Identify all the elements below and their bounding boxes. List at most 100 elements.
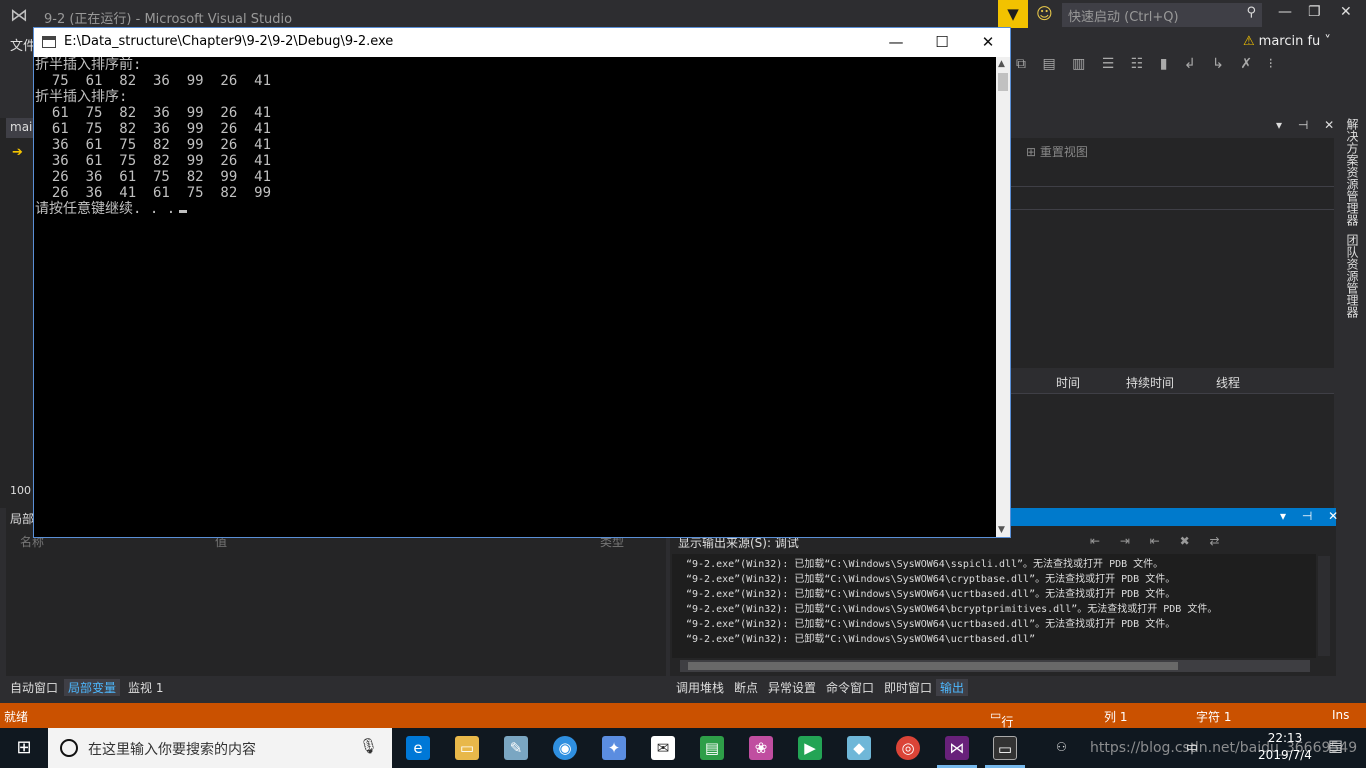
console-line: 61 75 82 36 99 26 41 [35, 105, 272, 121]
status-ready: 就绪 [4, 710, 29, 724]
ime-indicator[interactable]: 中 [1186, 740, 1198, 757]
quick-launch-input[interactable]: 快速启动 (Ctrl+Q) ⚲ [1062, 3, 1262, 27]
debug-toolbar[interactable]: ⧉ ▤ ▥ ☰ ☷ ▮ ↲ ↳ ✗ ⁝ [1010, 56, 1366, 82]
visual-studio-icon[interactable]: ⋈ [945, 736, 969, 760]
solution-explorer-row [1010, 186, 1334, 210]
tab-immediate-window[interactable]: 即时窗口 [880, 679, 936, 696]
console-scroll-thumb[interactable] [998, 73, 1008, 91]
windows-start-icon[interactable]: ⊞ [0, 728, 48, 768]
diagnostics-panel [1010, 340, 1334, 508]
vs-minimize-icon[interactable]: — [1278, 4, 1292, 20]
vs-close-icon[interactable]: ✕ [1340, 4, 1352, 20]
bottom-right-tabs: 调用堆栈 断点 异常设置 命令窗口 即时窗口 输出 [670, 676, 1366, 698]
media-player-icon[interactable]: ▶ [798, 736, 822, 760]
tab-output[interactable]: 输出 [936, 679, 969, 696]
file-explorer-icon[interactable]: ▭ [455, 736, 479, 760]
console-line: 折半插入排序: [35, 89, 128, 105]
console-line: 26 36 41 61 75 82 99 [35, 185, 272, 201]
tab-team-explorer[interactable]: 团队资源管理器 [1344, 234, 1361, 318]
filter-funnel-icon[interactable]: ▼ [998, 0, 1028, 28]
quick-launch-placeholder: 快速启动 (Ctrl+Q) [1068, 10, 1179, 25]
panel-buttons[interactable]: ▾ ⊣ ✕ [1276, 118, 1340, 132]
cortana-icon [60, 739, 78, 757]
output-line: “9-2.exe”(Win32): 已加载“C:\Windows\SysWOW6… [686, 589, 1176, 600]
feedback-smiley-icon[interactable]: ☺ [1036, 4, 1053, 23]
vs-restore-icon[interactable]: ❐ [1308, 4, 1321, 20]
status-char: 字符 1 [1196, 710, 1232, 724]
current-line-arrow-icon: ➔ [12, 145, 23, 160]
status-line: ▭ 行 1 [990, 708, 1013, 744]
diagnostics-header: 时间 持续时间 线程 [1010, 368, 1334, 394]
user-name: marcin fu [1258, 34, 1321, 49]
output-line: “9-2.exe”(Win32): 已加载“C:\Windows\SysWOW6… [686, 574, 1176, 585]
chrome-icon[interactable]: ◎ [896, 736, 920, 760]
tab-autos[interactable]: 自动窗口 [6, 679, 62, 696]
app-icon[interactable]: ✦ [602, 736, 626, 760]
console-line: 26 36 61 75 82 99 41 [35, 169, 272, 185]
close-button[interactable]: ✕ [966, 31, 1010, 53]
bottom-left-tabs: 自动窗口 局部变量 监视 1 [0, 676, 670, 698]
console-window[interactable]: E:\Data_structure\Chapter9\9-2\9-2\Debug… [33, 27, 1011, 538]
col-duration[interactable]: 持续时间 [1126, 374, 1174, 391]
status-ins: Ins [1332, 708, 1350, 722]
console-prompt: 请按任意键继续. . . [35, 201, 176, 217]
output-line: “9-2.exe”(Win32): 已加载“C:\Windows\SysWOW6… [686, 604, 1218, 615]
col-thread[interactable]: 线程 [1216, 374, 1240, 391]
console-taskbar-icon[interactable]: ▭ [993, 736, 1017, 760]
app-icon[interactable]: ◆ [847, 736, 871, 760]
microphone-icon[interactable]: 🎙 [359, 737, 378, 755]
console-app-icon [42, 36, 56, 48]
people-icon[interactable]: ⚇ [1056, 740, 1067, 754]
edge-icon[interactable]: e [406, 736, 430, 760]
app-icon[interactable]: ✎ [504, 736, 528, 760]
console-line: 61 75 82 36 99 26 41 [35, 121, 272, 137]
windows-taskbar: ⊞ 在这里输入你要搜索的内容 🎙 e ▭ ✎ ◉ ✦ ✉ ▤ ❀ ▶ ◆ ◎ ⋈… [0, 728, 1366, 768]
tab-locals[interactable]: 局部变量 [64, 679, 121, 696]
console-output[interactable]: 折半插入排序前: 75 61 82 36 99 26 41 折半插入排序: 61… [34, 57, 996, 537]
editor-tab[interactable]: mai [6, 118, 36, 138]
output-source-value: 调试 [774, 536, 799, 550]
console-line: 36 61 75 82 99 26 41 [35, 153, 272, 169]
account-user[interactable]: ⚠ marcin fu ˅ [1243, 34, 1331, 49]
output-toolbar-icons[interactable]: ⇤ ⇥ ⇤ ✖ ⇄ [1090, 534, 1228, 548]
console-scrollbar[interactable]: ▲ ▼ [996, 57, 1010, 537]
output-vertical-scrollbar[interactable] [1318, 556, 1330, 656]
output-text-area[interactable]: “9-2.exe”(Win32): 已加载“C:\Windows\SysWOW6… [672, 554, 1316, 658]
clock-time: 22:13 [1267, 731, 1303, 745]
tab-call-stack[interactable]: 调用堆栈 [672, 679, 728, 696]
visual-studio-logo-icon: ⋈ [10, 5, 28, 26]
console-line: 75 61 82 36 99 26 41 [35, 73, 272, 89]
warning-icon: ⚠ [1243, 34, 1255, 49]
taskbar-search-box[interactable]: 在这里输入你要搜索的内容 🎙 [48, 728, 392, 768]
mail-icon[interactable]: ✉ [651, 736, 675, 760]
tab-exception-settings[interactable]: 异常设置 [764, 679, 820, 696]
output-line: “9-2.exe”(Win32): 已卸载“C:\Windows\SysWOW6… [686, 634, 1036, 645]
feedback-icon[interactable]: ◉ [553, 736, 577, 760]
tab-breakpoints[interactable]: 断点 [730, 679, 762, 696]
col-time[interactable]: 时间 [1056, 374, 1080, 391]
tab-command-window[interactable]: 命令窗口 [822, 679, 878, 696]
minimize-button[interactable]: — [874, 31, 918, 53]
clock-date: 2019/7/4 [1258, 748, 1312, 762]
left-editor-strip [0, 118, 34, 508]
chart-app-icon[interactable]: ▤ [700, 736, 724, 760]
reset-view-label: 重置视图 [1039, 145, 1088, 159]
tab-watch1[interactable]: 监视 1 [124, 679, 167, 696]
output-line: “9-2.exe”(Win32): 已加载“C:\Windows\SysWOW6… [686, 559, 1164, 570]
scroll-down-icon[interactable]: ▼ [998, 525, 1005, 535]
output-scroll-thumb[interactable] [688, 662, 1178, 670]
notification-icon[interactable]: ▤ [1328, 736, 1343, 755]
reset-view-button[interactable]: ⊞ 重置视图 [1026, 143, 1088, 160]
search-icon: ⚲ [1246, 5, 1256, 20]
taskbar-clock[interactable]: 22:13 2019/7/4 [1250, 730, 1320, 764]
console-line: 折半插入排序前: [35, 57, 142, 73]
maximize-button[interactable]: ☐ [920, 31, 964, 53]
scroll-up-icon[interactable]: ▲ [998, 59, 1005, 69]
console-titlebar[interactable]: E:\Data_structure\Chapter9\9-2\9-2\Debug… [34, 28, 1010, 57]
output-panel-buttons[interactable]: ▾ ⊣ ✕ [1280, 509, 1344, 523]
tab-solution-explorer[interactable]: 解决方案资源管理器 [1344, 118, 1361, 226]
search-placeholder: 在这里输入你要搜索的内容 [88, 742, 256, 758]
status-col: 列 1 [1104, 710, 1128, 724]
console-prompt-row: 请按任意键继续. . . [35, 201, 188, 217]
paint-icon[interactable]: ❀ [749, 736, 773, 760]
